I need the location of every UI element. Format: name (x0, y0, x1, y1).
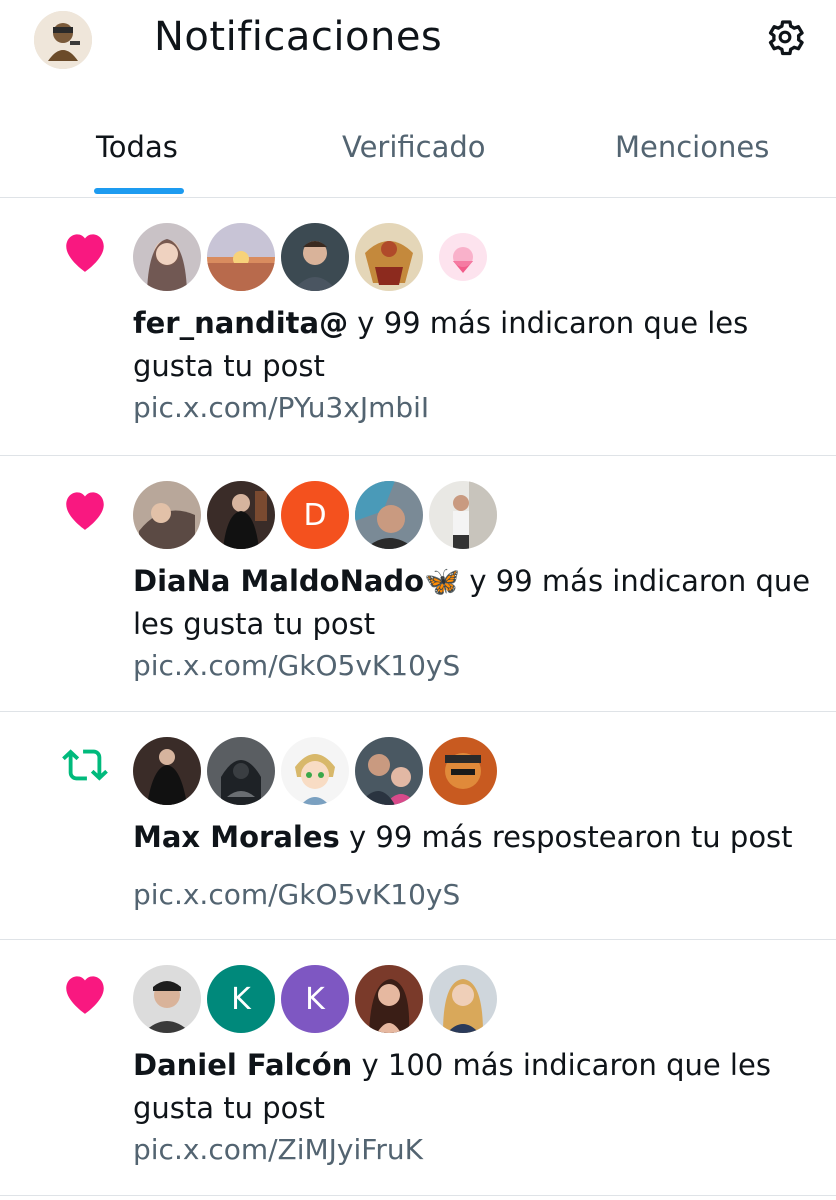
avatar[interactable]: K (207, 965, 275, 1033)
avatar[interactable]: D (281, 481, 349, 549)
heart-icon (66, 976, 104, 1014)
avatar[interactable] (281, 737, 349, 805)
avatar[interactable] (429, 737, 497, 805)
user-name[interactable]: Daniel Falcón (133, 1048, 352, 1082)
user-name[interactable]: Max Morales (133, 820, 340, 854)
notification-text: Max Morales y 99 más respostearon tu pos… (133, 816, 813, 859)
notification-text: Daniel Falcón y 100 más indicaron que le… (133, 1044, 813, 1130)
post-link[interactable]: pic.x.com/ZiMJyiFruK (133, 1133, 423, 1166)
avatar[interactable] (429, 965, 497, 1033)
avatar[interactable] (207, 223, 275, 291)
notification-item[interactable]: K K Daniel Falcón y 100 más indicaron qu… (0, 940, 836, 1196)
avatar[interactable] (207, 481, 275, 549)
avatar[interactable] (429, 223, 497, 291)
notification-item[interactable]: fer_nandita@ y 99 más indicaron que les … (0, 198, 836, 456)
avatar[interactable] (133, 737, 201, 805)
tab-menciones[interactable]: Menciones (615, 130, 769, 164)
post-link[interactable]: pic.x.com/GkO5vK10yS (133, 649, 460, 682)
avatar[interactable] (281, 223, 349, 291)
avatar[interactable] (355, 965, 423, 1033)
active-tab-indicator (94, 188, 184, 194)
user-name[interactable]: DiaNa MaldoNado🦋 (133, 564, 460, 598)
avatar[interactable] (133, 481, 201, 549)
avatar[interactable] (133, 223, 201, 291)
notification-text: fer_nandita@ y 99 más indicaron que les … (133, 302, 813, 388)
avatar[interactable] (133, 965, 201, 1033)
post-link[interactable]: pic.x.com/PYu3xJmbiI (133, 391, 429, 424)
tab-verificado[interactable]: Verificado (342, 130, 486, 164)
avatar-letter: K (231, 981, 251, 1017)
notification-item[interactable]: D DiaNa MaldoNado🦋 y 99 más indicaron qu… (0, 456, 836, 712)
heart-icon (66, 234, 104, 272)
gear-icon (768, 20, 804, 56)
profile-avatar[interactable] (34, 11, 92, 69)
avatar-letter: K (305, 981, 325, 1017)
repost-icon (62, 749, 108, 781)
notification-item[interactable]: Max Morales y 99 más respostearon tu pos… (0, 712, 836, 940)
notification-tabs: Todas Verificado Menciones (0, 110, 836, 198)
notification-action: y 99 más respostearon tu post (339, 820, 793, 854)
user-name[interactable]: fer_nandita@ (133, 306, 348, 340)
avatar[interactable] (429, 481, 497, 549)
avatar[interactable] (355, 223, 423, 291)
avatar[interactable] (207, 737, 275, 805)
tab-todas[interactable]: Todas (96, 130, 178, 164)
page-title: Notificaciones (154, 14, 443, 60)
heart-icon (66, 492, 104, 530)
avatar[interactable] (355, 737, 423, 805)
post-link[interactable]: pic.x.com/GkO5vK10yS (133, 878, 460, 911)
settings-button[interactable] (762, 14, 808, 60)
avatar[interactable]: K (281, 965, 349, 1033)
notification-text: DiaNa MaldoNado🦋 y 99 más indicaron que … (133, 560, 813, 646)
header: Notificaciones (0, 0, 836, 82)
avatar-letter: D (303, 497, 327, 533)
avatar[interactable] (355, 481, 423, 549)
